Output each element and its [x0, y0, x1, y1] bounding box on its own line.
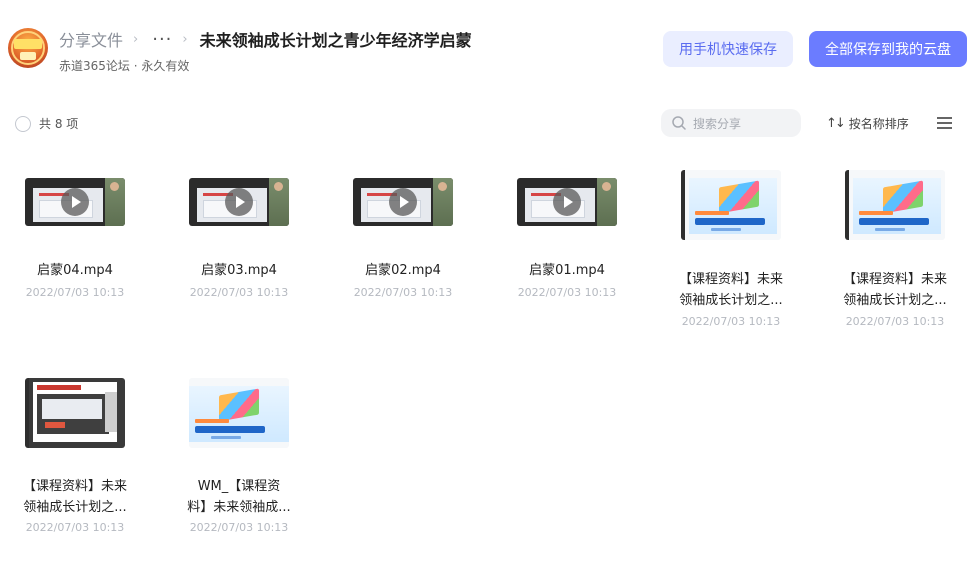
file-name-line2: 领袖成长计划之...: [679, 293, 783, 308]
file-name-line2: 领袖成长计划之...: [23, 500, 127, 515]
video-thumbnail: [189, 178, 289, 226]
document-thumbnail: [189, 378, 289, 448]
file-name-line2: 料】未来领袖成...: [187, 500, 291, 515]
play-icon: [61, 188, 89, 216]
cover-title-bar: [695, 218, 765, 225]
avatar-logo-mark: [14, 39, 42, 49]
file-name-line1: 【课程资料】未来: [22, 479, 127, 494]
file-name: 启蒙03.mp4: [201, 263, 277, 278]
search-input[interactable]: 搜索分享: [661, 109, 801, 137]
file-item[interactable]: 启蒙04.mp4 2022/07/03 10:13: [0, 150, 150, 320]
file-name-line2: 领袖成长计划之...: [843, 293, 947, 308]
file-name: 【课程资料】未来 领袖成长计划之...: [656, 269, 806, 311]
file-date: 2022/07/03 10:13: [189, 286, 289, 299]
file-date: 2022/07/03 10:13: [845, 315, 945, 328]
share-header: 分享文件 › ··· › 未来领袖成长计划之青少年经济学启蒙 赤道365论坛 ·…: [0, 0, 967, 90]
file-name: 【课程资料】未来 领袖成长计划之...: [0, 476, 150, 518]
document-cover: [853, 178, 941, 234]
file-date: 2022/07/03 10:13: [25, 286, 125, 299]
presentation-thumbnail: [25, 378, 125, 448]
breadcrumb: 分享文件 › ··· › 未来领袖成长计划之青少年经济学启蒙: [59, 27, 472, 51]
chevron-right-icon: ›: [182, 31, 188, 47]
play-icon: [389, 188, 417, 216]
file-name-line1: 【课程资料】未来: [678, 272, 783, 287]
cover-art: [883, 180, 923, 214]
cover-title-bar: [195, 426, 265, 433]
file-item[interactable]: 启蒙02.mp4 2022/07/03 10:13: [328, 150, 478, 320]
sort-icon: ↑↓: [826, 116, 846, 131]
breadcrumb-root-link[interactable]: 分享文件: [59, 27, 123, 51]
search-icon: [672, 116, 686, 130]
search-placeholder: 搜索分享: [693, 116, 742, 131]
file-name-line1: WM_【课程资: [197, 479, 281, 494]
file-item[interactable]: 【课程资料】未来 领袖成长计划之... 2022/07/03 10:13: [0, 360, 150, 550]
video-presenter: [597, 178, 617, 226]
avatar-logo-mark-sub: [20, 52, 36, 60]
file-name: 【课程资料】未来 领袖成长计划之...: [820, 269, 967, 311]
document-cover: [689, 178, 777, 234]
cover-subtitle-bar: [695, 211, 729, 215]
video-presenter: [105, 178, 125, 226]
video-thumbnail: [353, 178, 453, 226]
file-name: 启蒙04.mp4: [37, 263, 113, 278]
page-title: 未来领袖成长计划之青少年经济学启蒙: [199, 31, 472, 50]
list-view-menu-icon[interactable]: [937, 117, 952, 129]
video-presenter: [269, 178, 289, 226]
cover-footer-bar: [875, 228, 905, 231]
file-name-line1: 【课程资料】未来: [842, 272, 947, 287]
cover-art: [719, 180, 759, 214]
file-name: WM_【课程资 料】未来领袖成...: [164, 476, 314, 518]
chevron-right-icon: ›: [133, 31, 139, 47]
phone-save-button[interactable]: 用手机快速保存: [663, 31, 793, 67]
cover-subtitle-bar: [859, 211, 893, 215]
cover-footer-bar: [711, 228, 741, 231]
play-icon: [553, 188, 581, 216]
share-subtitle: 赤道365论坛 · 永久有效: [59, 59, 190, 73]
document-cover: [189, 386, 289, 442]
slide-header-bar: [37, 385, 81, 390]
file-date: 2022/07/03 10:13: [353, 286, 453, 299]
file-item[interactable]: 启蒙01.mp4 2022/07/03 10:13: [492, 150, 642, 320]
cover-footer-bar: [211, 436, 241, 439]
cover-title-bar: [859, 218, 929, 225]
file-name: 启蒙01.mp4: [529, 263, 605, 278]
video-thumbnail: [25, 178, 125, 226]
presentation-slide: [33, 382, 117, 442]
cover-subtitle-bar: [195, 419, 229, 423]
video-presenter: [433, 178, 453, 226]
breadcrumb-more-button[interactable]: ···: [152, 29, 172, 50]
sort-button[interactable]: ↑↓ 按名称排序: [826, 115, 909, 132]
play-icon: [225, 188, 253, 216]
cover-art: [219, 388, 259, 422]
video-thumbnail: [517, 178, 617, 226]
file-item[interactable]: 启蒙03.mp4 2022/07/03 10:13: [164, 150, 314, 320]
file-toolbar: 共 8 项 搜索分享 ↑↓ 按名称排序: [0, 105, 967, 141]
file-name: 启蒙02.mp4: [365, 263, 441, 278]
file-date: 2022/07/03 10:13: [517, 286, 617, 299]
file-date: 2022/07/03 10:13: [25, 521, 125, 534]
file-item[interactable]: WM_【课程资 料】未来领袖成... 2022/07/03 10:13: [164, 360, 314, 550]
file-item[interactable]: 【课程资料】未来 领袖成长计划之... 2022/07/03 10:13: [820, 150, 967, 340]
slide-screen: [37, 394, 109, 434]
item-count: 共 8 项: [39, 117, 79, 131]
slide-sidebar: [105, 392, 117, 432]
file-date: 2022/07/03 10:13: [681, 315, 781, 328]
save-all-button[interactable]: 全部保存到我的云盘: [809, 31, 967, 67]
file-date: 2022/07/03 10:13: [189, 521, 289, 534]
select-all-checkbox[interactable]: [15, 116, 31, 132]
document-thumbnail: [681, 170, 781, 240]
file-item[interactable]: 【课程资料】未来 领袖成长计划之... 2022/07/03 10:13: [656, 150, 806, 340]
document-thumbnail: [845, 170, 945, 240]
sharer-avatar[interactable]: [8, 28, 48, 68]
sort-label: 按名称排序: [848, 117, 909, 131]
